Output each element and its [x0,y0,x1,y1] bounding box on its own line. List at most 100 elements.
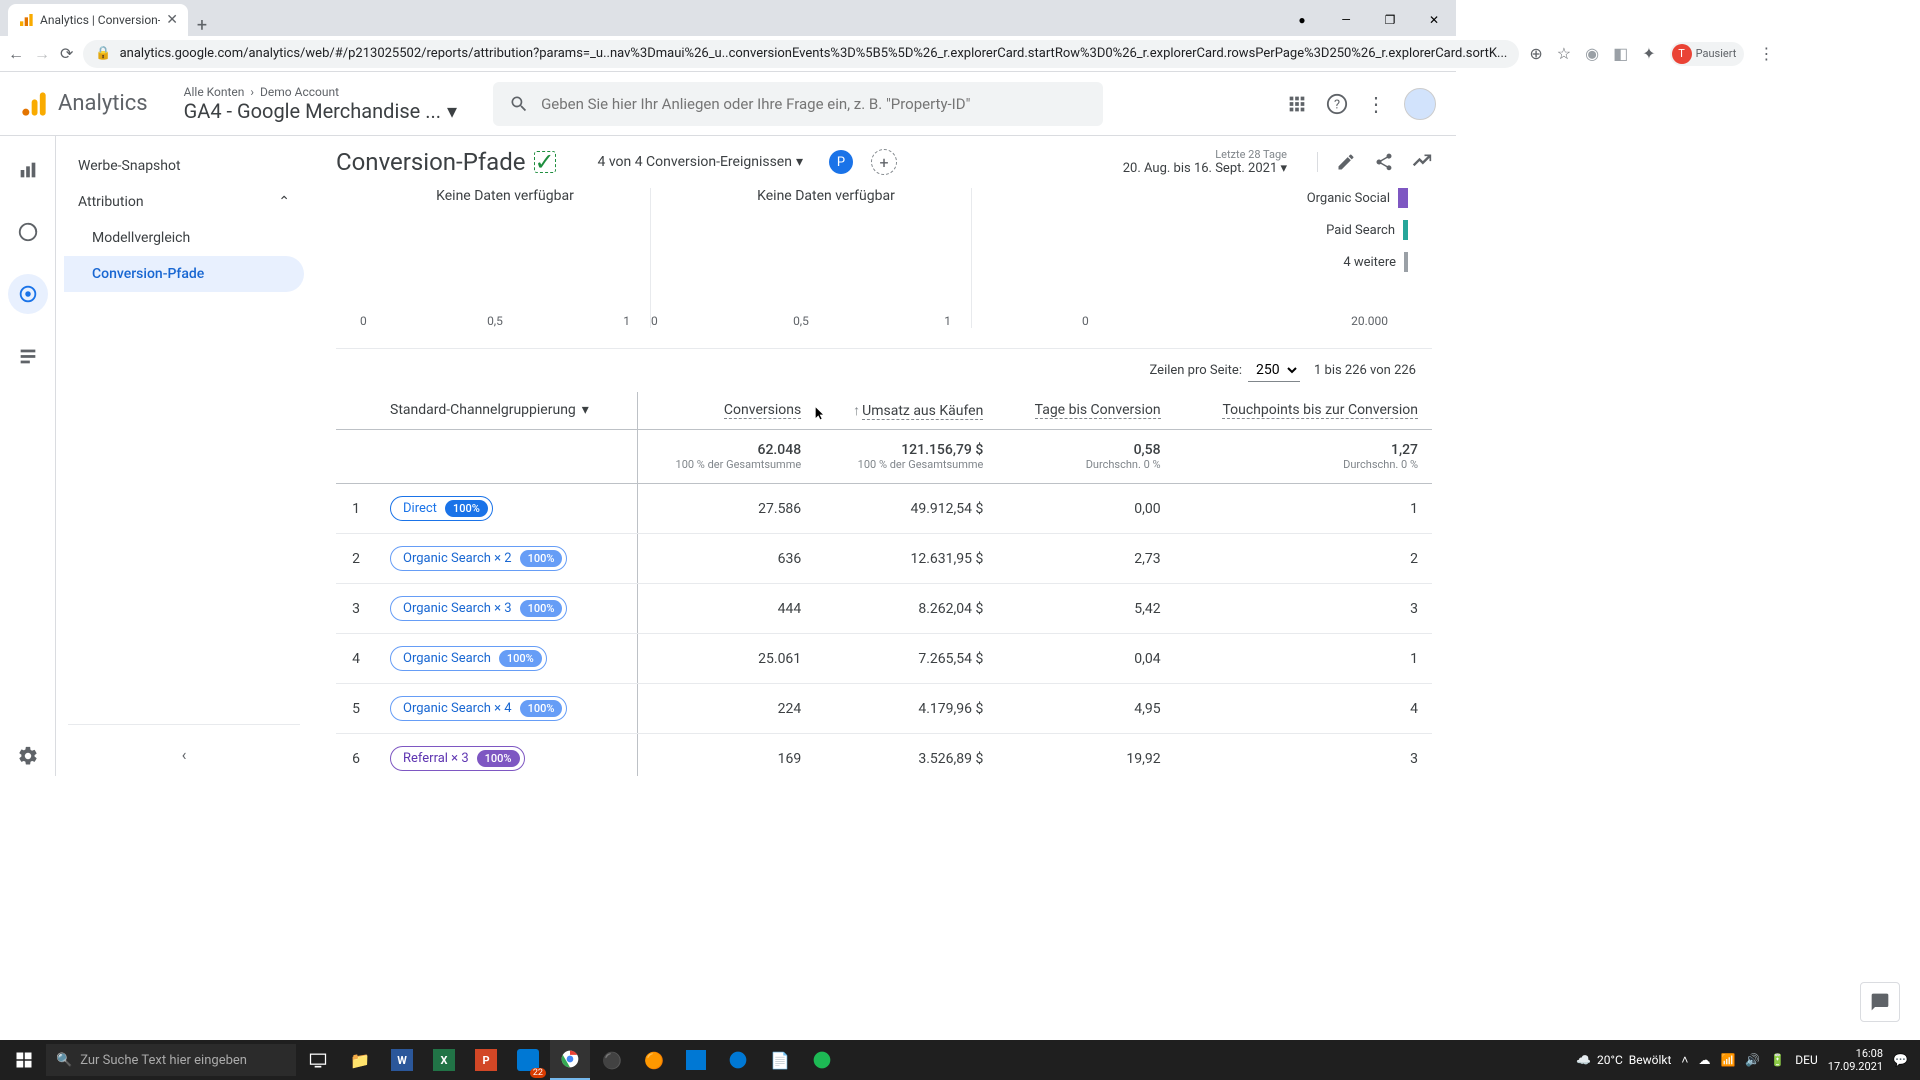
task-view-icon[interactable] [298,1040,338,1080]
ga-logo[interactable]: Analytics [20,90,148,118]
rows-per-page-select[interactable]: 250 [1248,359,1300,382]
table-row[interactable]: 3Organic Search × 3100%4448.262,04 $5,42… [336,584,1432,634]
path-chip: Organic Search × 3100% [390,596,567,621]
extension-icon[interactable]: ◉ [1585,44,1599,63]
back-icon[interactable]: ← [8,44,24,64]
new-tab-button[interactable]: + [188,15,216,36]
rail-advertising-icon[interactable] [8,274,48,314]
menu-dots-icon[interactable]: ⋮ [1366,92,1386,116]
share-icon[interactable] [1374,152,1394,172]
table-row[interactable]: 1Direct100%27.58649.912,54 $0,001 [336,484,1432,534]
start-button[interactable] [4,1040,44,1080]
mail-icon[interactable]: 22 [508,1040,548,1080]
table-row[interactable]: 4Organic Search100%25.0617.265,54 $0,041 [336,634,1432,684]
maximize-icon[interactable]: ❐ [1368,4,1412,36]
obs-icon[interactable]: ⚫ [592,1040,632,1080]
browser-tab[interactable]: Analytics | Conversion-Pfade ✕ [8,4,188,36]
minimize-icon[interactable]: — [1324,4,1368,36]
clock[interactable]: 16:08 17.09.2021 [1828,1047,1883,1073]
customize-icon[interactable] [1336,152,1356,172]
apps-grid-icon[interactable] [1286,93,1308,115]
charts-row: Keine Daten verfügbar 00,51 Keine Daten … [336,188,1432,349]
profile-chip[interactable]: T Pausiert [1670,42,1745,66]
menu-dots-icon[interactable]: ⋮ [1758,44,1774,63]
notifications-icon[interactable]: 💬 [1893,1053,1908,1067]
rail-reports-icon[interactable] [8,150,48,190]
header-actions: ? ⋮ [1286,88,1436,120]
chrome-icon[interactable] [550,1040,590,1080]
sort-arrow-icon[interactable]: ↑ [853,403,860,419]
nav-attribution-section[interactable]: Attribution ⌃ [64,184,304,220]
excel-icon[interactable]: X [424,1040,464,1080]
extension-icon[interactable]: ◧ [1613,44,1628,63]
rail-configure-icon[interactable] [8,336,48,376]
edge-icon[interactable] [718,1040,758,1080]
extensions-puzzle-icon[interactable]: ✦ [1642,44,1655,63]
table-row[interactable]: 6Referral × 3100%1693.526,89 $19,923 [336,734,1432,777]
nav-werbe-snapshot[interactable]: Werbe-Snapshot [64,148,304,184]
report-actions [1317,152,1432,172]
search-box[interactable] [493,82,1103,126]
rail-explore-icon[interactable] [8,212,48,252]
app-icon[interactable] [676,1040,716,1080]
notepad-icon[interactable]: 📄 [760,1040,800,1080]
star-icon[interactable]: ☆ [1557,44,1571,63]
battery-icon[interactable]: 🔋 [1770,1053,1785,1067]
col-revenue[interactable]: Umsatz aus Käufen [862,403,983,420]
nav-conversion-pfade[interactable]: Conversion-Pfade [64,256,304,292]
forward-icon[interactable]: → [34,44,50,64]
spotify-icon[interactable] [802,1040,842,1080]
search-input[interactable] [541,95,1087,113]
taskbar-search[interactable]: 🔍 Zur Suche Text hier eingeben [46,1044,296,1076]
zoom-icon[interactable]: ⊕ [1529,44,1542,63]
col-days[interactable]: Tage bis Conversion [1035,402,1161,419]
table-row[interactable]: 5Organic Search × 4100%2244.179,96 $4,95… [336,684,1432,734]
page-title: Conversion-Pfade [336,148,526,176]
pagination-range: 1 bis 226 von 226 [1314,363,1416,378]
close-window-icon[interactable]: ✕ [1412,4,1456,36]
onedrive-icon[interactable]: ☁ [1698,1053,1710,1067]
explorer-icon[interactable]: 📁 [340,1040,380,1080]
reload-icon[interactable]: ⟳ [60,44,73,63]
settings-dot-icon[interactable]: ● [1280,4,1324,36]
date-range-selector[interactable]: Letzte 28 Tage 20. Aug. bis 16. Sept. 20… [1123,148,1287,176]
window-controls: ● — ❐ ✕ [1280,4,1456,36]
rail-admin-icon[interactable] [8,736,48,776]
nav-modellvergleich[interactable]: Modellvergleich [64,220,304,256]
add-segment-button[interactable]: + [871,149,897,175]
rows-per-page[interactable]: Zeilen pro Seite: 250 [1150,359,1300,382]
word-icon[interactable]: W [382,1040,422,1080]
extension-icons: ⊕ ☆ ◉ ◧ ✦ T Pausiert ⋮ [1529,42,1774,66]
tab-title: Analytics | Conversion-Pfade [40,13,160,27]
svg-text:?: ? [1334,97,1340,112]
help-icon[interactable]: ? [1326,93,1348,115]
language-indicator[interactable]: DEU [1795,1053,1817,1067]
table-row[interactable]: 2Organic Search × 2100%63612.631,95 $2,7… [336,534,1432,584]
insights-icon[interactable] [1412,152,1432,172]
app-icon[interactable]: 🟠 [634,1040,674,1080]
path-chip: Organic Search × 4100% [390,696,567,721]
analytics-logo-icon [20,90,48,118]
dimension-selector[interactable]: Standard-Channelgruppierung ▾ [350,402,623,418]
powerpoint-icon[interactable]: P [466,1040,506,1080]
lock-icon: 🔒 [95,46,111,61]
weather-widget[interactable]: ☁️ 20°C Bewölkt [1576,1053,1671,1067]
col-conversions[interactable]: Conversions [724,402,801,419]
url-text: analytics.google.com/analytics/web/#/p21… [120,46,1508,61]
volume-icon[interactable]: 🔊 [1745,1053,1760,1067]
tray-chevron-icon[interactable]: ˄ [1681,1053,1688,1067]
url-input[interactable]: 🔒 analytics.google.com/analytics/web/#/p… [83,40,1519,68]
feedback-button[interactable] [1860,982,1900,1022]
conversion-events-selector[interactable]: 4 von 4 Conversion-Ereignissen ▾ [598,154,804,170]
user-avatar[interactable] [1404,88,1436,120]
collapse-nav-icon[interactable]: ‹ [64,737,304,772]
chart-pane-3: Organic Social Paid Search 4 weitere 020… [971,188,1408,328]
chevron-down-icon: ▾ [447,99,457,123]
close-icon[interactable]: ✕ [166,12,178,28]
col-touchpoints[interactable]: Touchpoints bis zur Conversion [1222,402,1418,419]
property-name: GA4 - Google Merchandise ... [184,99,441,123]
bar-paid-search [1403,220,1408,240]
segment-chip[interactable]: P [829,150,853,174]
property-selector[interactable]: Alle Konten › Demo Account GA4 - Google … [184,85,457,123]
wifi-icon[interactable]: 📶 [1720,1053,1735,1067]
